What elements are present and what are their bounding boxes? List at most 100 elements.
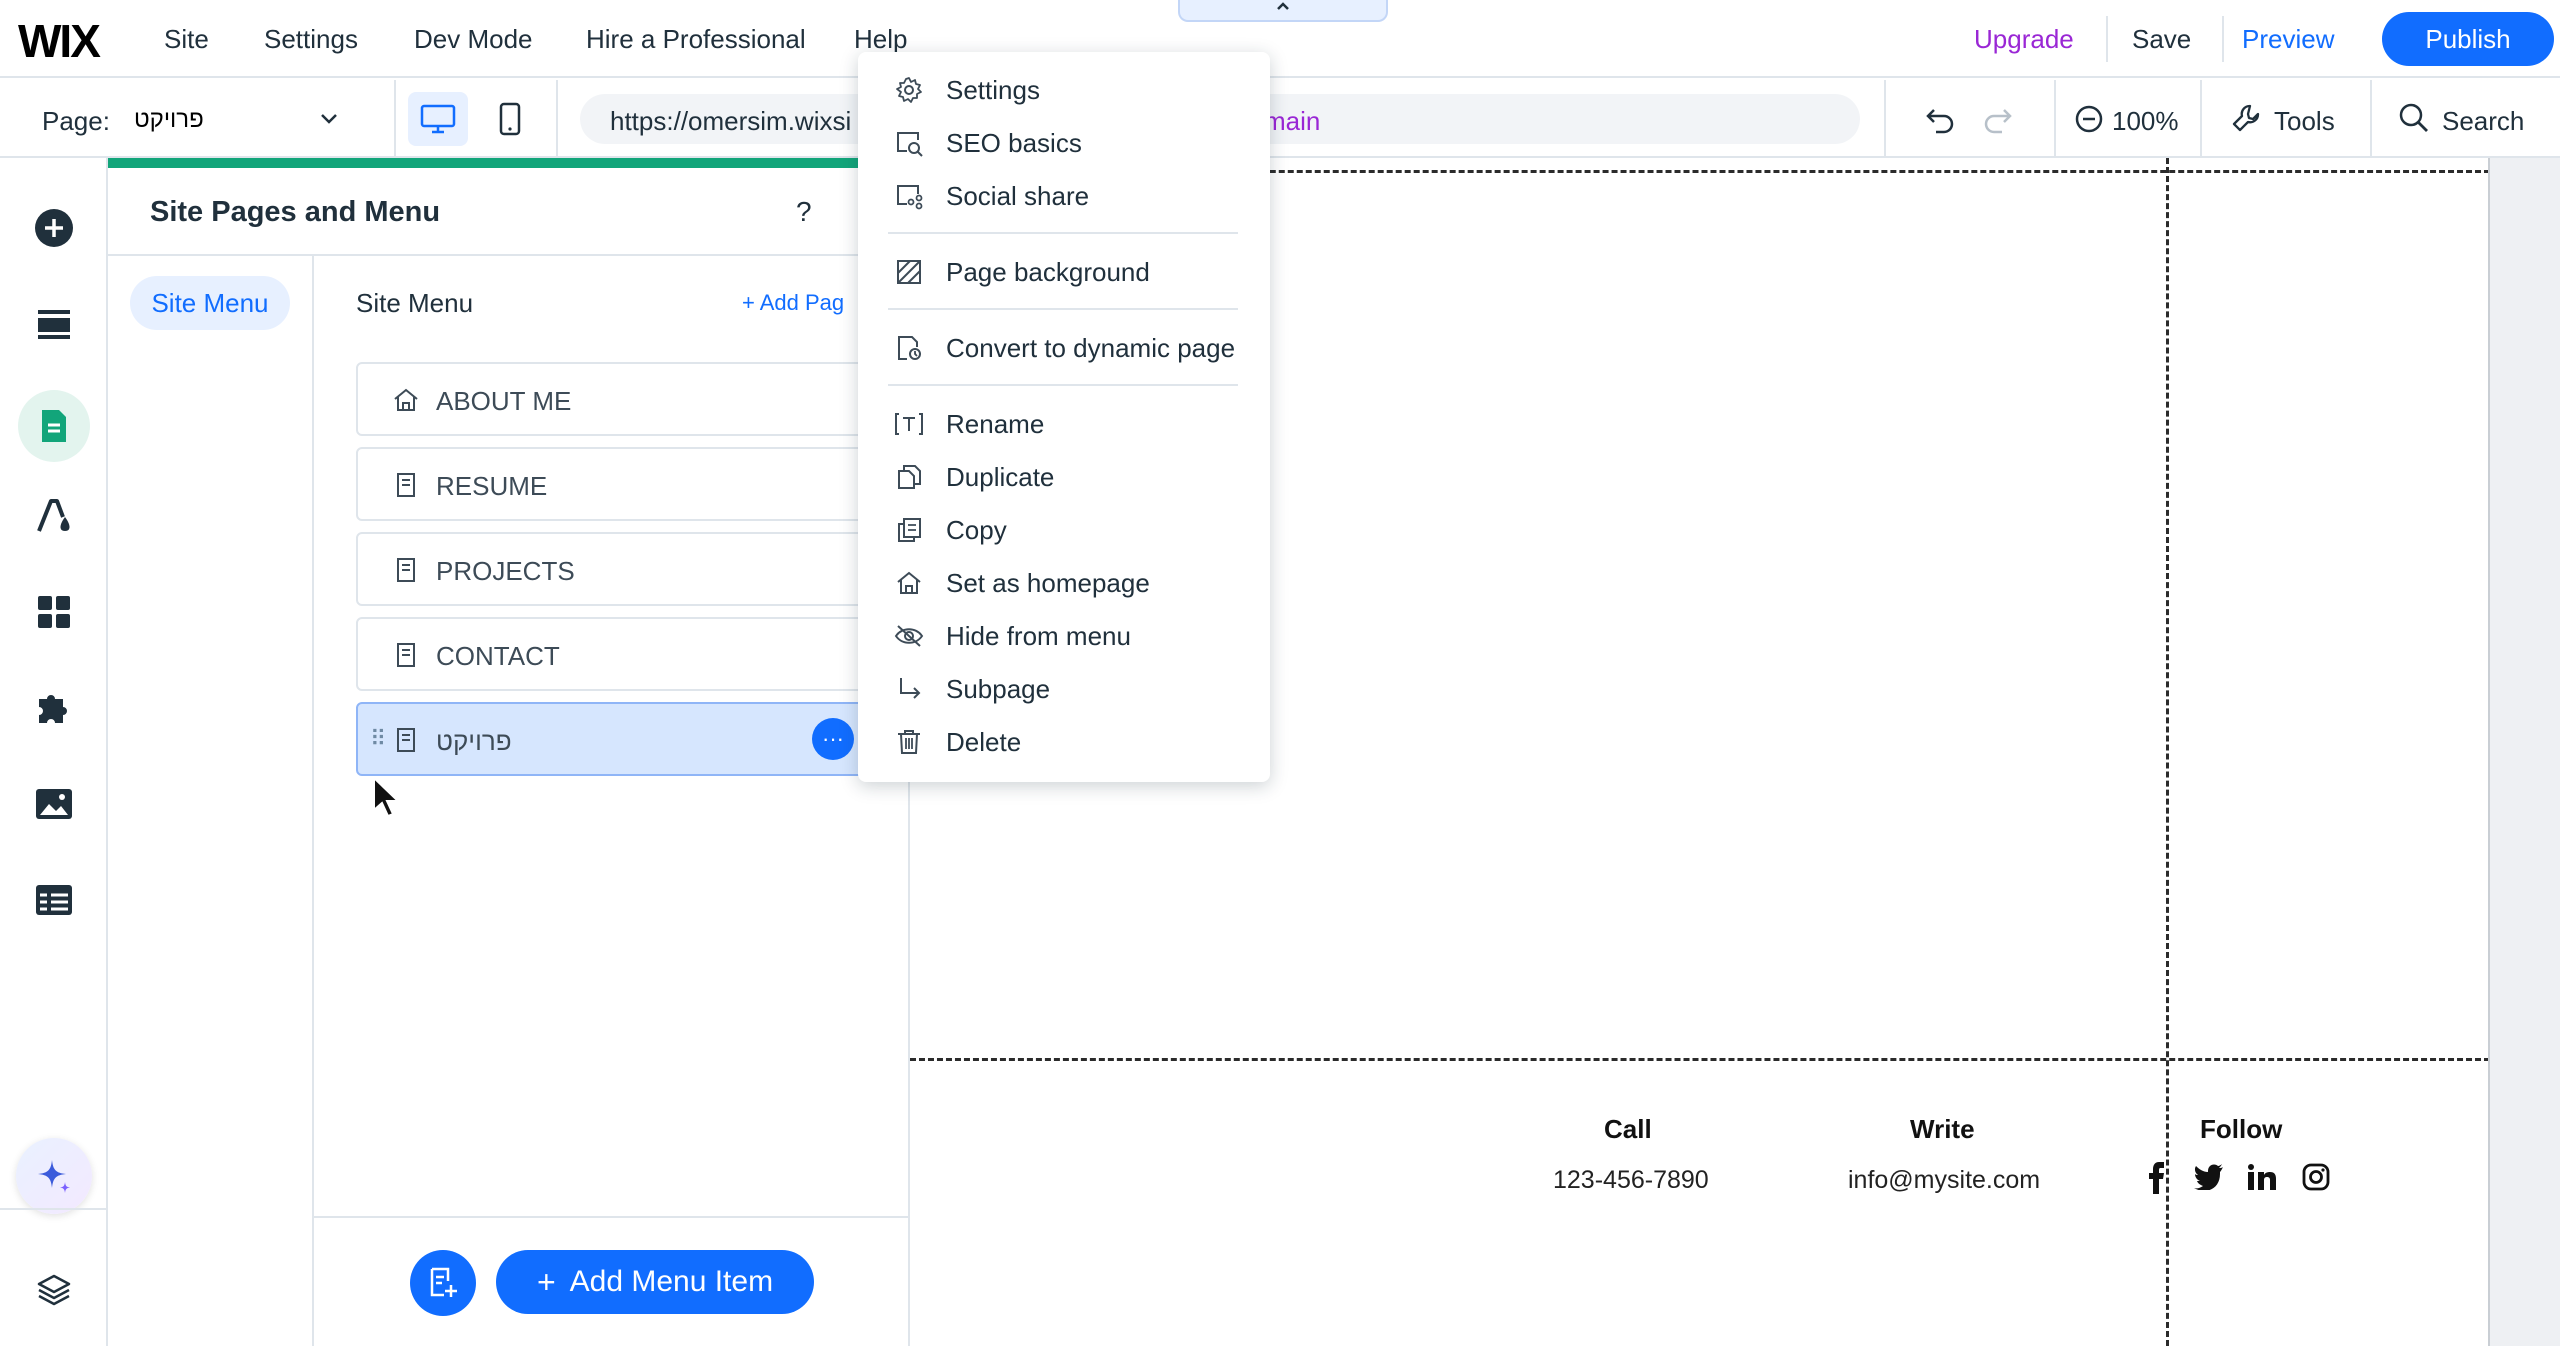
add-menu-item-button[interactable]: + Add Menu Item [496, 1250, 814, 1314]
context-menu-hide-from-menu[interactable]: Hide from menu [894, 616, 1131, 656]
plus-icon: + [536, 1264, 556, 1300]
footer-call-heading[interactable]: Call [1604, 1114, 1652, 1145]
page-row-about-me[interactable]: ABOUT ME [356, 362, 876, 436]
footer-email[interactable]: info@mysite.com [1848, 1166, 2040, 1195]
menu-separator [888, 232, 1238, 234]
cms-button[interactable] [24, 870, 84, 930]
duplicate-icon [898, 465, 921, 489]
tools-icon[interactable] [2230, 102, 2262, 134]
twitter-icon[interactable] [2194, 1164, 2223, 1190]
drag-handle-icon[interactable]: ⠿ [370, 726, 386, 752]
page-label: Page: [42, 106, 110, 136]
add-apps-button[interactable] [24, 582, 84, 642]
divider [312, 256, 314, 1346]
tab-site-menu[interactable]: Site Menu [130, 276, 290, 330]
site-design-button[interactable] [24, 486, 84, 546]
context-menu-label: Duplicate [946, 461, 1055, 492]
ai-assistant-button[interactable] [16, 1138, 92, 1214]
menu-site[interactable]: Site [164, 24, 209, 55]
search-button[interactable]: Search [2442, 106, 2524, 137]
rename-icon [895, 413, 923, 435]
menu-hire-professional[interactable]: Hire a Professional [586, 24, 806, 55]
add-elements-button[interactable] [24, 198, 84, 258]
divider [1884, 80, 1886, 158]
page-more-actions-button[interactable]: ··· [812, 718, 854, 760]
search-icon[interactable] [2398, 102, 2430, 134]
context-menu-seo-basics[interactable]: SEO basics [894, 123, 1082, 163]
add-page-round-button[interactable] [410, 1250, 476, 1316]
linkedin-icon[interactable] [2248, 1164, 2276, 1190]
preview-button[interactable]: Preview [2242, 24, 2334, 55]
desktop-icon [420, 104, 456, 134]
context-menu-label: Settings [946, 74, 1040, 105]
menu-settings[interactable]: Settings [264, 24, 358, 55]
context-menu-label: Set as homepage [946, 567, 1150, 598]
pages-and-menu-button[interactable] [18, 390, 90, 462]
context-menu-label: SEO basics [946, 127, 1082, 158]
divider [2370, 80, 2372, 158]
upgrade-button[interactable]: Upgrade [1974, 24, 2074, 55]
help-button[interactable]: ? [796, 196, 812, 228]
context-menu-rename[interactable]: Rename [894, 404, 1044, 444]
page-row-label: RESUME [436, 471, 548, 501]
save-button[interactable]: Save [2132, 24, 2191, 55]
page-row-resume[interactable]: RESUME [356, 447, 876, 521]
menu-help[interactable]: Help [854, 24, 907, 55]
business-tools-button[interactable] [24, 678, 84, 738]
context-menu-label: Hide from menu [946, 620, 1131, 651]
collapse-toolbar-tab[interactable] [1178, 0, 1388, 22]
tools-button[interactable]: Tools [2274, 106, 2335, 137]
connect-domain-link[interactable]: main [1264, 106, 1320, 137]
page-icon [397, 643, 415, 667]
trash-icon [898, 730, 920, 754]
panel-title: Site Pages and Menu [150, 196, 441, 228]
page-row-label: PROJECTS [436, 556, 575, 586]
page-context-menu: Settings SEO basics Social share Page ba… [858, 52, 1270, 782]
page-background-icon [897, 260, 921, 284]
image-icon [36, 789, 72, 819]
context-menu-label: Convert to dynamic page [946, 332, 1236, 363]
footer-write-heading[interactable]: Write [1910, 1114, 1975, 1145]
context-menu-page-background[interactable]: Page background [894, 252, 1150, 292]
context-menu-subpage[interactable]: Subpage [894, 669, 1050, 709]
facebook-icon[interactable] [2148, 1162, 2166, 1194]
page-row-contact[interactable]: CONTACT [356, 617, 876, 691]
page-icon [397, 473, 415, 497]
context-menu-copy[interactable]: Copy [894, 510, 1007, 550]
media-button[interactable] [24, 774, 84, 834]
redo-icon[interactable] [1980, 102, 2014, 136]
plus-circle-icon [35, 209, 73, 247]
top-bar: WIX Site Settings Dev Mode Hire a Profes… [0, 0, 2560, 78]
page-row-project-selected[interactable]: ⠿ פרויקט ··· [356, 702, 876, 776]
context-menu-settings[interactable]: Settings [894, 70, 1040, 110]
context-menu-social-share[interactable]: Social share [894, 176, 1089, 216]
editor-toolbar: Page: פרויקט https://omersim.wixsi main … [0, 80, 2560, 158]
footer-phone[interactable]: 123-456-7890 [1553, 1166, 1709, 1195]
page-selector[interactable]: פרויקט [134, 106, 204, 134]
table-icon [36, 885, 72, 915]
context-menu-convert-dynamic[interactable]: Convert to dynamic page [894, 328, 1235, 368]
add-section-button[interactable] [24, 294, 84, 354]
canvas-edge [2488, 158, 2490, 1346]
context-menu-delete[interactable]: Delete [894, 722, 1021, 762]
chevron-down-icon[interactable] [318, 108, 340, 130]
desktop-view-button[interactable] [408, 92, 468, 146]
mobile-view-button[interactable] [480, 92, 540, 146]
gear-icon [896, 77, 922, 103]
wix-logo[interactable]: WIX [18, 14, 101, 68]
undo-icon[interactable] [1924, 102, 1958, 136]
layers-button[interactable] [24, 1260, 84, 1320]
menu-dev-mode[interactable]: Dev Mode [414, 24, 533, 55]
footer-follow-heading[interactable]: Follow [2200, 1114, 2282, 1145]
page-row-projects[interactable]: PROJECTS [356, 532, 876, 606]
divider [0, 1208, 106, 1210]
publish-button[interactable]: Publish [2382, 12, 2554, 66]
context-menu-set-homepage[interactable]: Set as homepage [894, 563, 1150, 603]
grid-guide-line [2166, 158, 2169, 1346]
context-menu-label: Page background [946, 256, 1150, 287]
instagram-icon[interactable] [2302, 1163, 2330, 1191]
add-page-link[interactable]: + Add Pag [742, 290, 844, 316]
zoom-out-icon[interactable] [2074, 104, 2104, 134]
zoom-level[interactable]: 100% [2112, 106, 2179, 137]
context-menu-duplicate[interactable]: Duplicate [894, 457, 1054, 497]
